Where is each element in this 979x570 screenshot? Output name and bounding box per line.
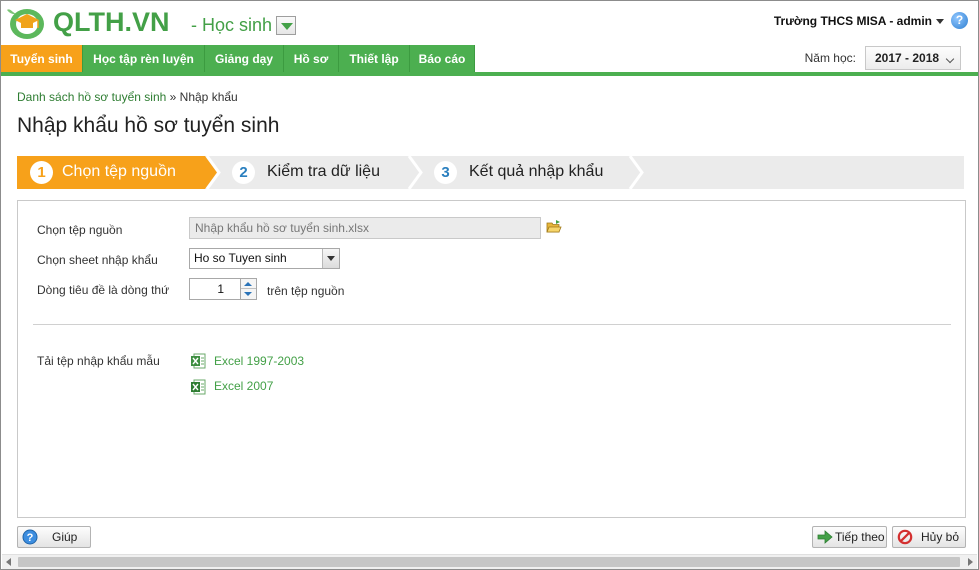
help-button[interactable]: ? Giúp bbox=[17, 526, 91, 548]
header-row-stepper bbox=[241, 278, 257, 300]
step-number: 2 bbox=[232, 161, 255, 184]
page-title: Nhập khẩu hồ sơ tuyển sinh bbox=[17, 114, 280, 137]
role-label: - Học sinh bbox=[191, 15, 273, 35]
source-file-label: Chọn tệp nguồn bbox=[37, 223, 123, 237]
role-dropdown-button[interactable] bbox=[276, 16, 296, 35]
step-number: 1 bbox=[30, 161, 53, 184]
scroll-right-icon[interactable] bbox=[968, 558, 973, 566]
school-year-label: Năm học: bbox=[804, 51, 856, 65]
step-choose-source[interactable]: 1 Chọn tệp nguồn bbox=[17, 156, 217, 189]
step-check-data[interactable]: 2 Kiểm tra dữ liệu bbox=[219, 156, 409, 189]
help-button-label: Giúp bbox=[52, 530, 78, 544]
top-header: QLTH.VN - Học sinh Trường THCS MISA - ad… bbox=[1, 1, 978, 45]
stepper-up-icon[interactable] bbox=[241, 279, 256, 289]
header-row-label: Dòng tiêu đề là dòng thứ bbox=[37, 283, 170, 297]
stepper-down-icon[interactable] bbox=[241, 289, 256, 299]
school-user-label: Trường THCS MISA - admin bbox=[773, 14, 932, 28]
cancel-button[interactable]: Hủy bỏ bbox=[892, 526, 966, 548]
school-year-select[interactable]: 2017 - 2018 bbox=[865, 46, 961, 70]
help-icon[interactable]: ? bbox=[951, 12, 968, 29]
next-button-label: Tiếp theo bbox=[835, 530, 885, 544]
caret-down-icon bbox=[936, 19, 944, 25]
arrow-right-icon bbox=[817, 530, 833, 544]
sheet-select[interactable]: Ho so Tuyen sinh bbox=[189, 248, 340, 269]
step-label: Kiểm tra dữ liệu bbox=[267, 163, 380, 180]
sheet-label: Chọn sheet nhập khẩu bbox=[37, 253, 158, 267]
header-row-suffix: trên tệp nguồn bbox=[267, 284, 345, 298]
app-window: QLTH.VN - Học sinh Trường THCS MISA - ad… bbox=[0, 0, 979, 570]
cancel-button-label: Hủy bỏ bbox=[921, 530, 960, 544]
breadcrumb: Danh sách hồ sơ tuyển sinh » Nhập khẩu bbox=[17, 90, 238, 104]
nav-item-ho-so[interactable]: Hồ sơ bbox=[284, 45, 339, 73]
sheet-select-value: Ho so Tuyen sinh bbox=[194, 251, 287, 265]
breadcrumb-link-list[interactable]: Danh sách hồ sơ tuyển sinh bbox=[17, 90, 166, 104]
breadcrumb-current: Nhập khẩu bbox=[179, 90, 238, 104]
scrollbar-thumb[interactable] bbox=[18, 557, 960, 567]
next-button[interactable]: Tiếp theo bbox=[812, 526, 887, 548]
nav-item-tuyen-sinh[interactable]: Tuyển sinh bbox=[1, 45, 83, 73]
header-row-input[interactable]: 1 bbox=[189, 278, 241, 300]
horizontal-scrollbar[interactable] bbox=[2, 554, 977, 569]
nav-item-thiet-lap[interactable]: Thiết lập bbox=[339, 45, 410, 73]
step-import-result[interactable]: 3 Kết quả nhập khẩu bbox=[421, 156, 631, 189]
chevron-down-icon[interactable] bbox=[322, 249, 339, 268]
template-label: Tải tệp nhập khẩu mẫu bbox=[37, 354, 160, 368]
school-user-menu[interactable]: Trường THCS MISA - admin bbox=[774, 14, 944, 28]
step-label: Kết quả nhập khẩu bbox=[469, 163, 604, 180]
help-icon: ? bbox=[22, 529, 38, 545]
download-excel-2007-link[interactable]: Excel 2007 bbox=[214, 379, 273, 393]
nav-underline bbox=[1, 72, 978, 76]
logo-icon[interactable] bbox=[7, 6, 47, 40]
nav-item-giang-day[interactable]: Giảng dạy bbox=[205, 45, 284, 73]
excel-file-icon bbox=[191, 353, 206, 369]
excel-file-icon bbox=[191, 379, 206, 395]
download-excel-1997-link[interactable]: Excel 1997-2003 bbox=[214, 354, 304, 368]
section-divider bbox=[33, 324, 951, 325]
source-file-input[interactable]: Nhập khẩu hồ sơ tuyển sinh.xlsx bbox=[189, 217, 541, 239]
nav-item-hoc-tap-ren-luyen[interactable]: Học tập rèn luyện bbox=[83, 45, 205, 73]
svg-text:?: ? bbox=[27, 532, 34, 544]
folder-open-icon[interactable] bbox=[546, 219, 562, 235]
scroll-left-icon[interactable] bbox=[6, 558, 11, 566]
nav-item-bao-cao[interactable]: Báo cáo bbox=[410, 45, 475, 73]
cancel-icon bbox=[897, 529, 913, 545]
step-label: Chọn tệp nguồn bbox=[62, 163, 176, 180]
step-number: 3 bbox=[434, 161, 457, 184]
brand-name: QLTH.VN bbox=[53, 7, 170, 37]
breadcrumb-separator: » bbox=[169, 90, 177, 104]
